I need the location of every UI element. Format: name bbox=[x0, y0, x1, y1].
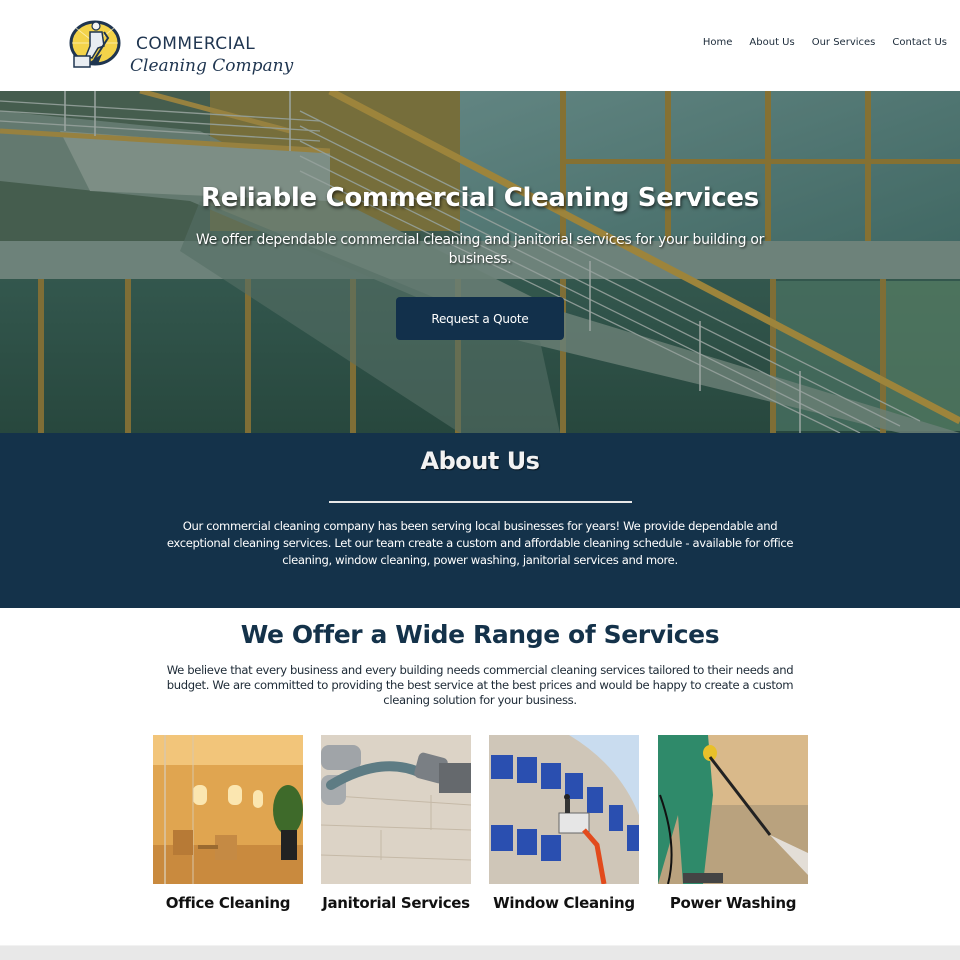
main-nav: Home About Us Our Services Contact Us bbox=[703, 37, 947, 48]
window-washer-lift-photo bbox=[489, 735, 639, 884]
nav-our-services[interactable]: Our Services bbox=[812, 37, 876, 48]
site-logo[interactable]: COMMERCIAL Cleaning Company bbox=[68, 16, 293, 84]
logo-text-primary: COMMERCIAL bbox=[136, 34, 256, 54]
nav-home[interactable]: Home bbox=[703, 37, 733, 48]
nav-about-us[interactable]: About Us bbox=[749, 37, 794, 48]
services-grid: Office Cleaning Janitorial Services Wind… bbox=[153, 735, 809, 920]
janitor-mopping-emblem-icon bbox=[69, 20, 121, 68]
vacuum-floor-photo bbox=[321, 735, 471, 884]
service-label: Window Cleaning bbox=[493, 894, 635, 912]
footer-strip bbox=[0, 945, 960, 960]
hero-section: Reliable Commercial Cleaning Services We… bbox=[0, 91, 960, 433]
about-text: Our commercial cleaning company has been… bbox=[166, 519, 794, 567]
service-label: Office Cleaning bbox=[165, 894, 291, 912]
services-text: We believe that every business and every… bbox=[166, 663, 794, 707]
hero-subtitle: We offer dependable commercial cleaning … bbox=[195, 232, 765, 267]
office-lounge-photo bbox=[153, 735, 303, 884]
about-section: About Us Our commercial cleaning company… bbox=[0, 433, 960, 608]
hero-title: Reliable Commercial Cleaning Services bbox=[201, 183, 759, 213]
site-header: COMMERCIAL Cleaning Company Home About U… bbox=[0, 0, 960, 90]
logo-text-secondary: Cleaning Company bbox=[130, 56, 294, 76]
services-title: We Offer a Wide Range of Services bbox=[240, 620, 720, 649]
service-label: Power Washing bbox=[669, 894, 797, 912]
service-card-power-washing[interactable]: Power Washing bbox=[658, 735, 808, 920]
service-card-janitorial-services[interactable]: Janitorial Services bbox=[321, 735, 471, 920]
nav-contact-us[interactable]: Contact Us bbox=[892, 37, 947, 48]
pressure-washer-photo bbox=[658, 735, 808, 884]
request-quote-button[interactable]: Request a Quote bbox=[396, 297, 564, 340]
about-divider bbox=[329, 501, 632, 503]
service-card-office-cleaning[interactable]: Office Cleaning bbox=[153, 735, 303, 920]
service-label: Janitorial Services bbox=[322, 894, 470, 912]
service-card-window-cleaning[interactable]: Window Cleaning bbox=[489, 735, 639, 920]
about-title: About Us bbox=[420, 447, 540, 475]
